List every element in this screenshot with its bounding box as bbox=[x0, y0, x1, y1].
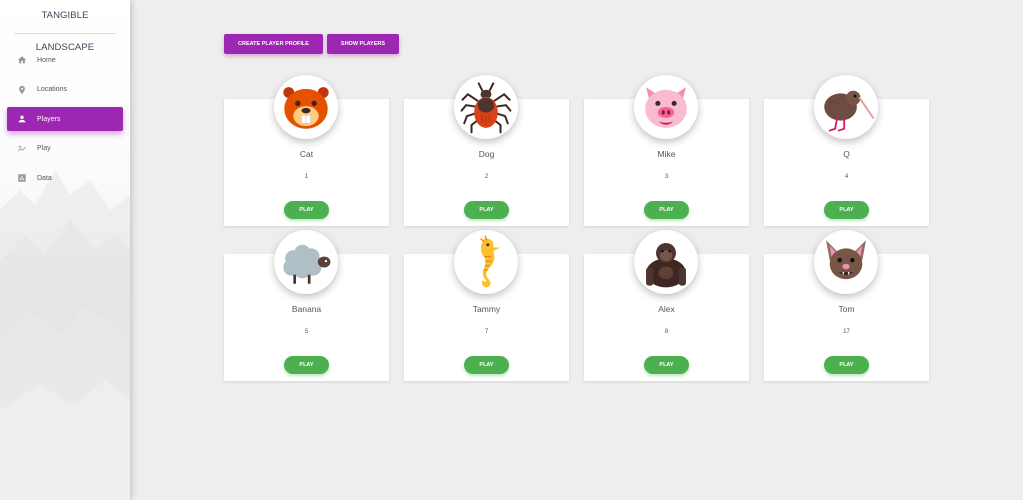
show-players-button[interactable]: SHOW PLAYERS bbox=[326, 34, 400, 54]
sidebar-item-label: Play bbox=[37, 145, 51, 152]
location-pin-icon bbox=[17, 85, 27, 95]
player-card: Alex 8 PLAY bbox=[584, 230, 749, 381]
sidebar-item-players[interactable]: Players bbox=[7, 107, 123, 131]
player-name: Tammy bbox=[472, 304, 501, 314]
play-button[interactable]: PLAY bbox=[464, 201, 509, 219]
player-card: Dog 2 PLAY bbox=[404, 75, 569, 226]
player-id: 3 bbox=[664, 174, 669, 180]
player-card: Tammy 7 PLAY bbox=[404, 230, 569, 381]
player-card: Q 4 PLAY bbox=[764, 75, 929, 226]
player-name: Banana bbox=[291, 304, 322, 314]
tick-icon bbox=[454, 75, 518, 139]
trending-icon bbox=[17, 144, 27, 154]
player-id: 2 bbox=[484, 174, 489, 180]
player-card: Cat 1 PLAY bbox=[224, 75, 389, 226]
create-player-profile-button[interactable]: CREATE PLAYER PROFILE bbox=[224, 34, 323, 54]
sidebar-item-locations[interactable]: Locations bbox=[7, 78, 123, 102]
kiwi-bird-icon bbox=[814, 75, 878, 139]
player-id: 5 bbox=[304, 329, 309, 335]
bat-icon bbox=[814, 230, 878, 294]
app-title[interactable]: TANGIBLE LANDSCAPE bbox=[14, 0, 116, 53]
play-button[interactable]: PLAY bbox=[824, 356, 869, 374]
player-id: 8 bbox=[664, 329, 669, 335]
player-name: Mike bbox=[657, 149, 676, 159]
sheep-icon bbox=[274, 230, 338, 294]
player-id: 1 bbox=[304, 174, 309, 180]
toolbar: CREATE PLAYER PROFILE SHOW PLAYERS bbox=[224, 34, 400, 54]
pig-icon bbox=[634, 75, 698, 139]
gorilla-icon bbox=[634, 230, 698, 294]
sidebar-item-label: Home bbox=[37, 56, 56, 64]
player-id: 17 bbox=[843, 329, 850, 335]
sidebar-item-label: Data bbox=[37, 174, 52, 182]
player-name: Dog bbox=[478, 149, 495, 159]
play-button[interactable]: PLAY bbox=[284, 201, 329, 219]
player-id: 7 bbox=[484, 329, 489, 335]
home-icon bbox=[17, 55, 27, 65]
person-icon bbox=[17, 114, 27, 124]
sidebar-item-play[interactable]: Play bbox=[7, 137, 123, 161]
seahorse-icon bbox=[454, 230, 518, 294]
player-id: 4 bbox=[844, 174, 849, 180]
player-name: Cat bbox=[299, 149, 314, 159]
player-card: Banana 5 PLAY bbox=[224, 230, 389, 381]
play-button[interactable]: PLAY bbox=[644, 201, 689, 219]
play-button[interactable]: PLAY bbox=[644, 356, 689, 374]
mountain-background-image bbox=[0, 170, 130, 500]
player-name: Q bbox=[843, 149, 850, 159]
sidebar: TANGIBLE LANDSCAPE Home Locations Player… bbox=[0, 0, 130, 500]
play-button[interactable]: PLAY bbox=[284, 356, 329, 374]
sidebar-nav: Home Locations Players Play Data bbox=[0, 48, 130, 190]
sidebar-item-label: Players bbox=[37, 115, 61, 123]
player-card: Mike 3 PLAY bbox=[584, 75, 749, 226]
player-name: Alex bbox=[658, 304, 675, 314]
bar-chart-icon bbox=[17, 173, 27, 183]
player-card: Tom 17 PLAY bbox=[764, 230, 929, 381]
sidebar-item-label: Locations bbox=[37, 86, 67, 93]
play-button[interactable]: PLAY bbox=[464, 356, 509, 374]
sidebar-item-home[interactable]: Home bbox=[7, 48, 123, 72]
player-grid: Cat 1 PLAY Dog 2 PLAY Mike 3 PLAY Q 4 PL… bbox=[224, 75, 929, 381]
beaver-icon bbox=[274, 75, 338, 139]
player-name: Tom bbox=[838, 304, 855, 314]
play-button[interactable]: PLAY bbox=[824, 201, 869, 219]
sidebar-item-data[interactable]: Data bbox=[7, 166, 123, 190]
